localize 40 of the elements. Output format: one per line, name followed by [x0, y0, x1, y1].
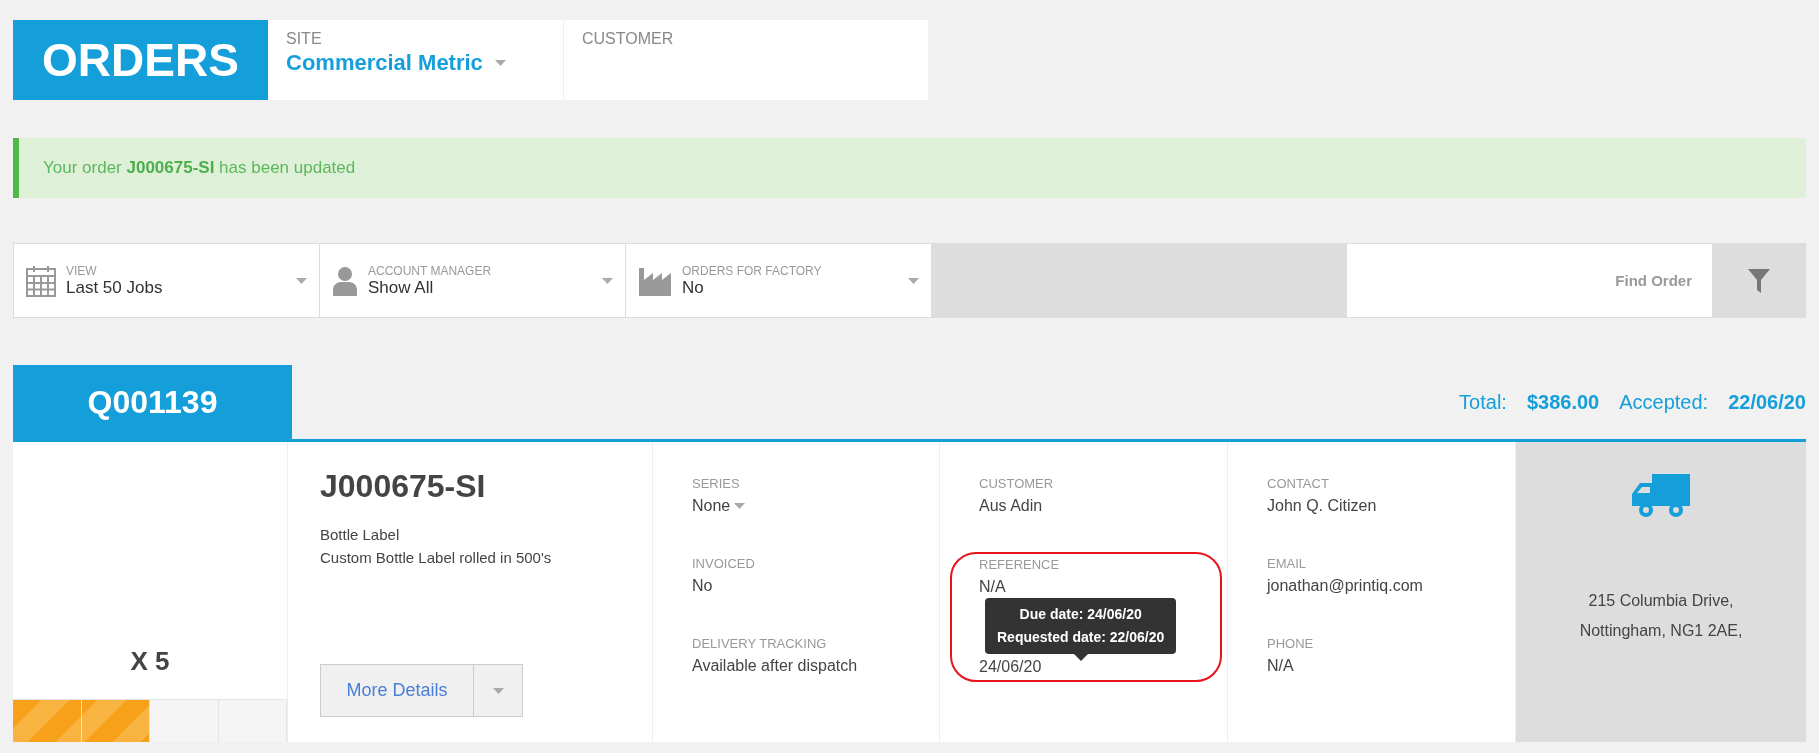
- field-value: Aus Adin: [979, 497, 1044, 515]
- caret-icon: [492, 687, 504, 694]
- site-label: SITE: [286, 30, 323, 48]
- page-title: ORDERS: [13, 20, 268, 100]
- caret-icon: [734, 503, 746, 509]
- accepted-value: 22/06/20: [1728, 390, 1806, 414]
- caret-icon: [494, 60, 506, 66]
- customer-label: CUSTOMER: [582, 30, 675, 48]
- field-label: INVOICED: [692, 556, 756, 571]
- field-label: REFERENCE: [979, 557, 1061, 572]
- job-title: Bottle Label: [320, 525, 401, 545]
- field-value: 24/06/20: [979, 658, 1043, 676]
- field-value: N/A: [1267, 657, 1295, 675]
- total-label: Total:: [1459, 390, 1507, 414]
- field-label: CONTACT: [1267, 476, 1330, 491]
- quantity: X 5: [129, 645, 171, 678]
- site-selector[interactable]: SITE Commercial Metric: [268, 20, 564, 100]
- field-label: CUSTOMER: [979, 476, 1055, 491]
- site-value: Commercial Metric: [286, 50, 483, 76]
- truck-icon: [1632, 474, 1690, 518]
- customer-selector[interactable]: CUSTOMER: [564, 20, 928, 100]
- field-value: N/A: [979, 578, 1007, 596]
- field-value: No: [692, 577, 714, 595]
- accepted-label: Accepted:: [1619, 390, 1709, 414]
- field-label: DELIVERY TRACKING: [692, 636, 828, 651]
- field-label: SERIES: [692, 476, 741, 491]
- series-dropdown[interactable]: None: [692, 497, 900, 515]
- field-value: John Q. Citizen: [1267, 497, 1378, 515]
- address-line: Nottingham, NG1 2AE,: [1579, 621, 1743, 641]
- total-value: $386.00: [1526, 390, 1600, 414]
- job-description: Custom Bottle Label rolled in 500's: [320, 548, 553, 568]
- tooltip-text: Requested date: 22/06/20: [997, 628, 1165, 647]
- job-number: J000675-SI: [320, 468, 487, 505]
- field-label: EMAIL: [1267, 556, 1307, 571]
- field-label: PHONE: [1267, 636, 1315, 651]
- field-value: jonathan@printiq.com: [1267, 577, 1424, 595]
- address-line: 215 Columbia Drive,: [1587, 591, 1735, 611]
- tooltip-text: Due date: 24/06/20: [1018, 605, 1143, 624]
- alert-message: Your order J000675-SI has been updated: [43, 158, 356, 178]
- field-value: Available after dispatch: [692, 657, 859, 675]
